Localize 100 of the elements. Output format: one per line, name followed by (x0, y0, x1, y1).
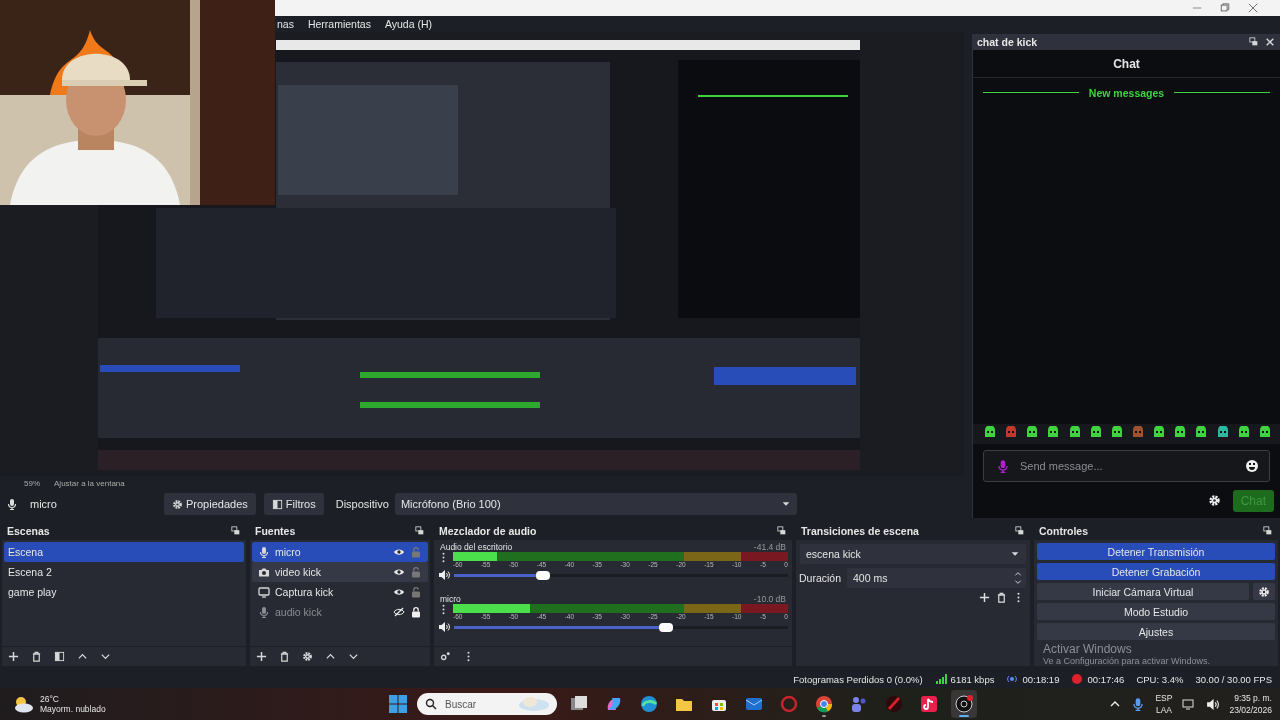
control-button[interactable]: Modo Estudio (1037, 603, 1275, 621)
microphone-icon (258, 606, 270, 619)
duration-field[interactable]: 400 ms (847, 568, 1026, 589)
lock-icon[interactable] (410, 606, 422, 619)
mixer-settings-icon[interactable] (440, 651, 451, 663)
source-item[interactable]: Captura kick (252, 582, 428, 603)
settings-icon[interactable] (302, 651, 313, 663)
maximize-icon[interactable] (1220, 2, 1230, 13)
filters-button[interactable]: Filtros (263, 493, 324, 516)
close-icon[interactable] (1248, 2, 1258, 13)
emote-icon[interactable] (1257, 425, 1272, 440)
device-label: Dispositivo (335, 498, 389, 511)
filter-icon[interactable] (54, 651, 65, 663)
eye-off-icon[interactable] (393, 606, 405, 619)
source-item[interactable]: micro (252, 542, 428, 563)
device-dropdown[interactable]: Micrófono (Brio 100) (394, 493, 797, 516)
source-name: micro (29, 498, 58, 511)
control-button[interactable]: Detener Transmisión (1037, 543, 1275, 561)
record-app-icon (954, 694, 974, 715)
clock[interactable]: 9:35 p. m. 23/02/2026 (1229, 692, 1272, 717)
emote-icon[interactable] (1236, 425, 1251, 440)
swoosh-icon (884, 694, 904, 715)
undock-icon[interactable] (1249, 36, 1259, 47)
cloud-icon (517, 696, 551, 713)
emote-icon[interactable] (1173, 425, 1188, 440)
emoji-icon[interactable] (1245, 458, 1259, 473)
menu-item[interactable]: Herramientas (307, 17, 371, 30)
message-field[interactable]: Send message... (1018, 458, 1237, 473)
scene-item[interactable]: Escena (4, 542, 244, 563)
weather-icon (12, 695, 34, 714)
microphone-icon[interactable] (996, 458, 1010, 473)
unlock-icon[interactable] (410, 566, 422, 579)
music-note-icon (919, 694, 939, 715)
dock-title: Transiciones de escena (801, 525, 919, 538)
undock-icon[interactable] (1015, 526, 1025, 537)
undock-icon[interactable] (1263, 526, 1273, 537)
add-icon[interactable] (979, 592, 990, 604)
settings-button[interactable] (1253, 583, 1275, 601)
dock-title: Mezclador de audio (439, 525, 537, 538)
scene-item[interactable]: game play (4, 582, 244, 603)
dropped-frames: Fotogramas Perdidos 0 (0.0%) (793, 673, 923, 685)
source-item[interactable]: audio kick (252, 602, 428, 623)
taskbar-app[interactable] (951, 690, 977, 719)
activation-message: Ve a Configuración para activar Windows. (1043, 656, 1212, 667)
emote-icon[interactable] (983, 425, 997, 440)
transition-dropdown[interactable]: escena kick (800, 544, 1026, 565)
channel-name: Audio del escritorio (440, 542, 513, 553)
start-icon[interactable] (388, 694, 408, 715)
control-button[interactable]: Ajustes (1037, 623, 1275, 641)
speaker-icon[interactable] (1206, 697, 1220, 711)
trash-icon[interactable] (279, 651, 290, 663)
emote-icon[interactable] (1046, 425, 1061, 440)
control-button[interactable]: Detener Grabación (1037, 563, 1275, 581)
undock-icon[interactable] (415, 526, 425, 537)
dock-title: Escenas (7, 525, 50, 538)
bitrate: 6181 kbps (950, 673, 995, 685)
add-icon[interactable] (8, 651, 19, 663)
fit-option[interactable]: Ajustar a la ventana (54, 478, 125, 488)
new-messages-label: New messages (1088, 86, 1165, 99)
language-indicator[interactable]: ESP LAA (1155, 692, 1173, 717)
dock-title: Controles (1039, 525, 1088, 538)
emote-icon[interactable] (1194, 425, 1209, 440)
zoom-level: 59% (24, 478, 40, 488)
trash-icon[interactable] (31, 651, 42, 663)
volume-reading: -10.0 dB (753, 594, 786, 605)
camera-icon (258, 566, 270, 579)
dock-title: Fuentes (255, 525, 296, 538)
browser-icon (814, 694, 834, 715)
search-box[interactable]: Buscar (417, 693, 557, 716)
properties-button[interactable]: Propiedades (164, 493, 256, 516)
microphone-icon[interactable] (1131, 697, 1146, 712)
decrease-icon[interactable] (1014, 578, 1022, 587)
speaker-icon[interactable] (438, 621, 450, 634)
unlock-icon[interactable] (410, 586, 422, 599)
search-icon (425, 698, 437, 711)
trash-icon[interactable] (996, 592, 1007, 604)
monitor-icon (258, 586, 270, 599)
cpu-usage: CPU: 3.4% (1136, 673, 1184, 685)
emote-icon[interactable] (1067, 425, 1082, 440)
message-box[interactable]: Send message... (983, 449, 1270, 482)
emote-icon[interactable] (1152, 425, 1167, 440)
undock-icon[interactable] (231, 526, 241, 537)
control-button[interactable]: Iniciar Cámara Virtual (1037, 583, 1249, 601)
menu-item[interactable]: Ayuda (H) (384, 17, 433, 30)
undock-icon[interactable] (777, 526, 787, 537)
menu-item[interactable]: nas (277, 17, 294, 30)
settings-icon[interactable] (1207, 494, 1221, 508)
speaker-icon[interactable] (438, 569, 450, 582)
emote-icon[interactable] (1109, 425, 1124, 440)
search-field[interactable]: Buscar (443, 697, 511, 711)
source-item[interactable]: video kick (252, 562, 428, 583)
frame-rate: 30.00 / 30.00 FPS (1195, 673, 1272, 685)
signal-icon (934, 673, 947, 686)
add-icon[interactable] (256, 651, 267, 663)
gear-icon (172, 498, 183, 510)
emote-icon[interactable] (1088, 425, 1103, 440)
emote-icon[interactable] (1025, 425, 1040, 440)
emote-icon[interactable] (1215, 425, 1230, 440)
scene-item[interactable]: Escena 2 (4, 562, 244, 583)
record-icon (1071, 673, 1084, 686)
